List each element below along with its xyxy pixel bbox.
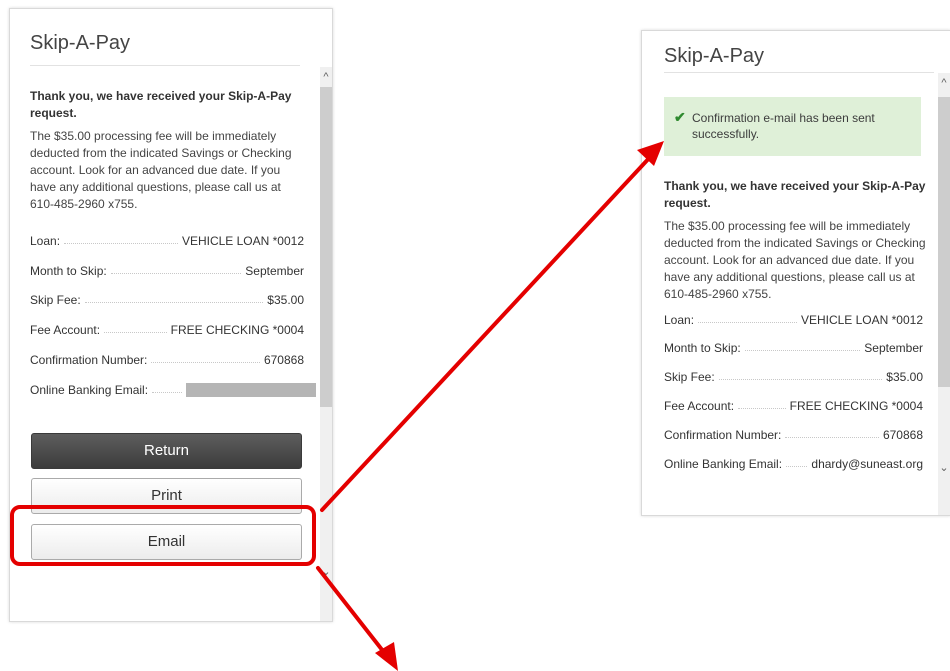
arrow-head-up xyxy=(637,141,664,166)
arrow-to-success-line xyxy=(320,153,654,512)
annotation-arrows xyxy=(316,141,664,671)
arrow-down-line xyxy=(316,566,392,662)
